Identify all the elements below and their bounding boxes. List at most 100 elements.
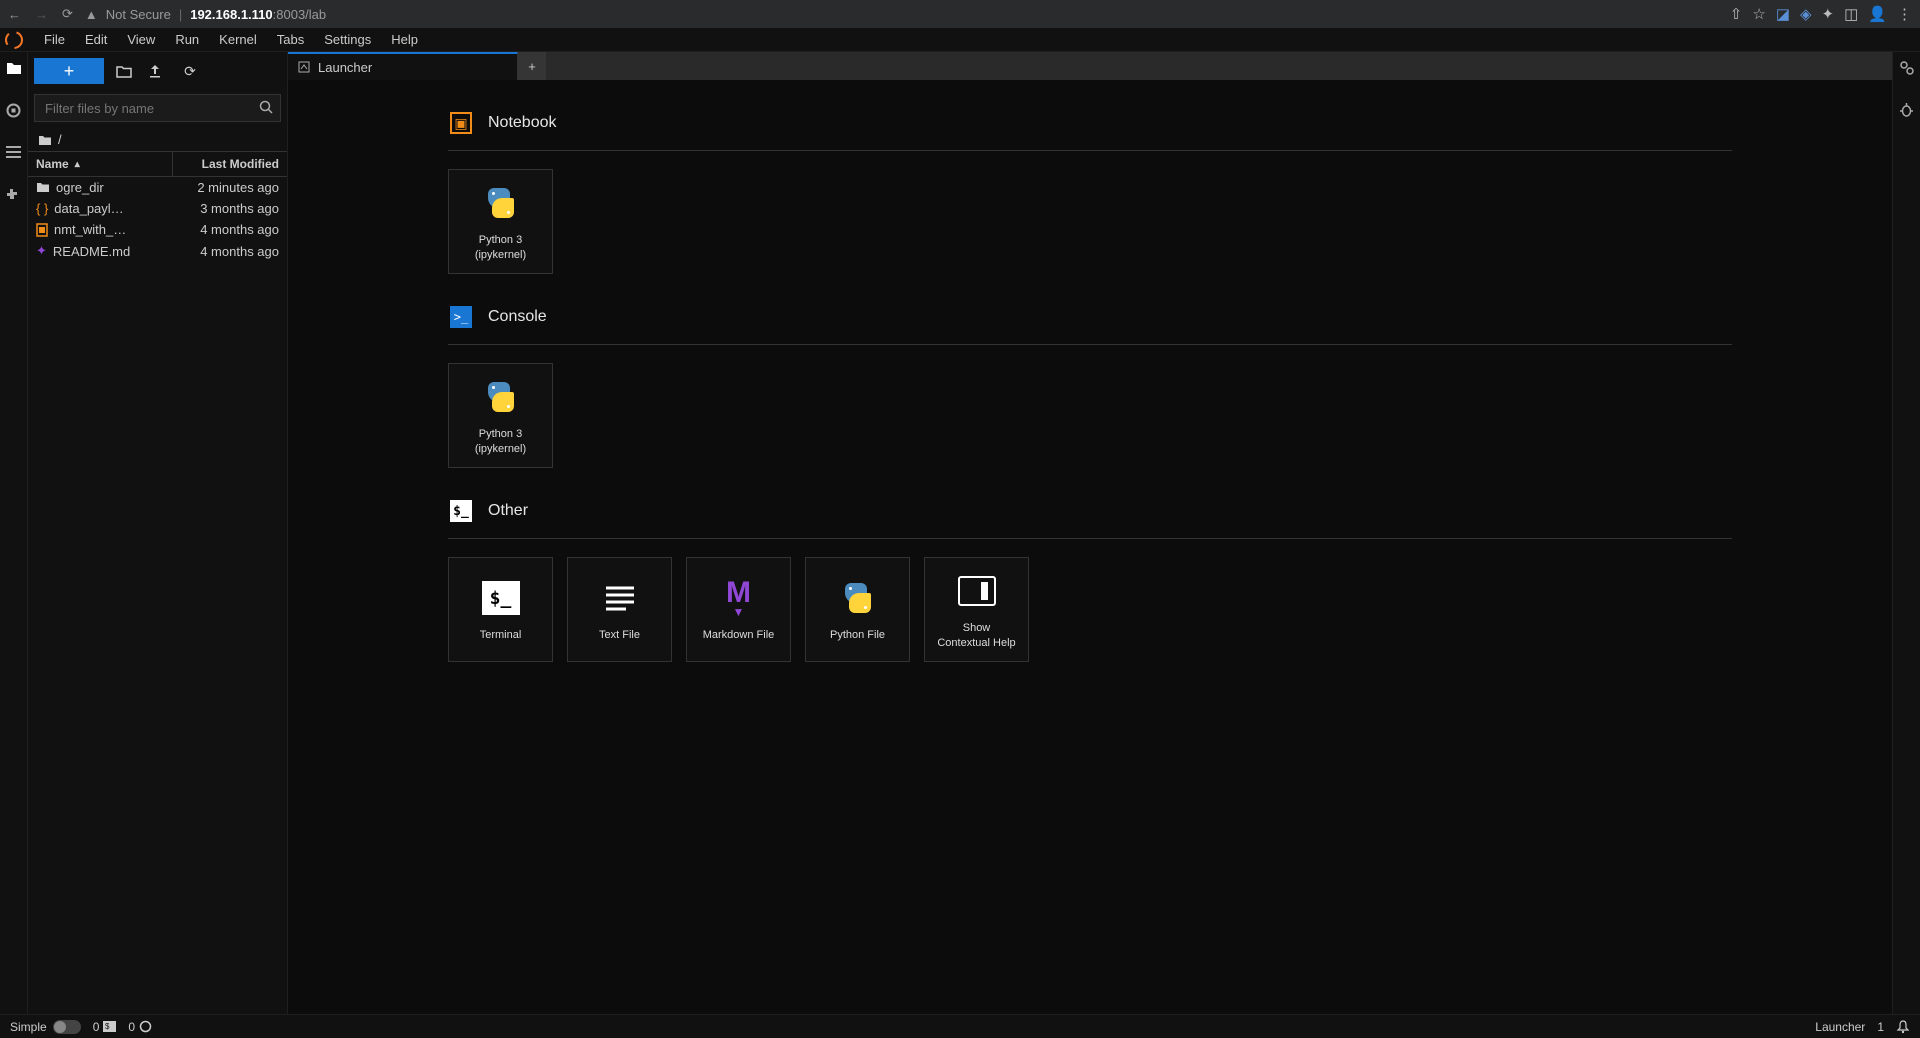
markdown-icon: M▼ (717, 576, 761, 620)
card-label: Terminal (476, 628, 526, 642)
toggle-pill-icon (53, 1020, 81, 1034)
extensions-tab-icon[interactable] (4, 184, 24, 204)
notebook-file-icon (36, 223, 48, 237)
search-icon (259, 100, 273, 114)
launcher-card-terminal[interactable]: $_ Terminal (448, 557, 553, 662)
profile-icon[interactable]: 👤 (1868, 5, 1887, 23)
tab-add-button[interactable]: + (518, 52, 546, 80)
jupyter-logo-icon[interactable] (4, 30, 24, 50)
menu-kernel[interactable]: Kernel (211, 29, 265, 50)
launcher-card-textfile[interactable]: Text File (567, 557, 672, 662)
help-icon (955, 569, 999, 613)
tab-bar: Launcher + (288, 52, 1892, 80)
file-filter-input[interactable] (34, 94, 281, 122)
menu-settings[interactable]: Settings (316, 29, 379, 50)
status-mode[interactable]: Launcher (1815, 1020, 1865, 1034)
property-inspector-icon[interactable] (1897, 58, 1917, 78)
extension-icon[interactable]: ◪ (1776, 5, 1790, 23)
launcher-section-other: $_ Other $_ Terminal Text File M▼ M (448, 498, 1732, 662)
file-row[interactable]: ogre_dir 2 minutes ago (28, 177, 287, 198)
card-label: Python 3 (ipykernel) (471, 427, 530, 456)
column-name[interactable]: Name ▴ (28, 152, 172, 176)
python-icon (479, 181, 523, 225)
menu-icon[interactable]: ⋮ (1897, 5, 1912, 23)
not-secure-label: Not Secure (106, 7, 171, 22)
folder-icon (36, 182, 50, 193)
breadcrumb[interactable]: / (28, 128, 287, 151)
launcher-tab-icon (298, 61, 310, 73)
upload-icon[interactable] (148, 64, 168, 78)
launcher-card-notebook-python3[interactable]: Python 3 (ipykernel) (448, 169, 553, 274)
file-row[interactable]: nmt_with_… 4 months ago (28, 219, 287, 240)
simple-label: Simple (10, 1020, 47, 1034)
launcher-card-console-python3[interactable]: Python 3 (ipykernel) (448, 363, 553, 468)
status-count[interactable]: 1 (1877, 1020, 1884, 1034)
launcher-card-markdown[interactable]: M▼ Markdown File (686, 557, 791, 662)
simple-mode-toggle[interactable]: Simple (10, 1020, 81, 1034)
toc-tab-icon[interactable] (4, 142, 24, 162)
bell-icon[interactable] (1896, 1020, 1910, 1034)
filebrowser-tab-icon[interactable] (4, 58, 24, 78)
address-bar[interactable]: ▲ Not Secure | 192.168.1.110:8003/lab (85, 7, 1718, 22)
main-area: + ⟳ / Name ▴ Last Modified (0, 52, 1920, 1014)
right-activity-bar (1892, 52, 1920, 1014)
divider (448, 538, 1732, 539)
launcher-body: ▣ Notebook Python 3 (ipykernel) >_ Conso… (288, 80, 1892, 1014)
menu-file[interactable]: File (36, 29, 73, 50)
notebook-section-icon: ▣ (448, 110, 474, 136)
back-icon[interactable]: ← (8, 7, 21, 22)
folder-icon (38, 134, 52, 146)
terminal-status-icon: $ (103, 1021, 116, 1032)
running-tab-icon[interactable] (4, 100, 24, 120)
refresh-icon[interactable]: ⟳ (180, 63, 200, 80)
forward-icon[interactable]: → (35, 7, 48, 22)
console-section-title: Console (488, 308, 547, 326)
share-icon[interactable]: ⇧ (1730, 5, 1743, 23)
browser-chrome: ← → ⟳ ▲ Not Secure | 192.168.1.110:8003/… (0, 0, 1920, 28)
tab-launcher-label: Launcher (318, 60, 372, 75)
file-modified: 4 months ago (164, 222, 279, 237)
card-label: Markdown File (699, 628, 779, 642)
divider (448, 150, 1732, 151)
url-path: :8003/lab (273, 7, 327, 22)
file-row[interactable]: { } data_payl… 3 months ago (28, 198, 287, 219)
new-folder-icon[interactable] (116, 65, 136, 78)
card-label: Show Contextual Help (933, 621, 1019, 650)
svg-text:$: $ (105, 1022, 110, 1031)
menu-edit[interactable]: Edit (77, 29, 115, 50)
file-name: ogre_dir (56, 180, 104, 195)
reload-icon[interactable]: ⟳ (62, 6, 73, 22)
panel-icon[interactable]: ◫ (1844, 5, 1858, 23)
bookmark-icon[interactable]: ☆ (1752, 5, 1765, 23)
file-filter (34, 94, 281, 122)
launcher-card-pythonfile[interactable]: Python File (805, 557, 910, 662)
new-launcher-button[interactable]: + (34, 58, 104, 84)
divider (448, 344, 1732, 345)
filebrowser-toolbar: + ⟳ (28, 52, 287, 88)
file-name: README.md (53, 244, 130, 259)
card-label: Python 3 (ipykernel) (471, 233, 530, 262)
file-name: data_payl… (54, 201, 123, 216)
extensions-icon[interactable]: ✦ (1822, 5, 1835, 23)
status-terminals[interactable]: 0 $ (93, 1020, 117, 1034)
tab-launcher[interactable]: Launcher (288, 52, 518, 80)
menu-help[interactable]: Help (383, 29, 426, 50)
file-modified: 3 months ago (164, 201, 279, 216)
menu-run[interactable]: Run (167, 29, 207, 50)
file-row[interactable]: ✦README.md 4 months ago (28, 240, 287, 262)
jupyter-menubar: File Edit View Run Kernel Tabs Settings … (0, 28, 1920, 52)
left-activity-bar (0, 52, 28, 1014)
column-modified[interactable]: Last Modified (172, 152, 287, 176)
status-kernels[interactable]: 0 (128, 1020, 152, 1034)
debugger-icon[interactable] (1897, 100, 1917, 120)
terminal-icon: $_ (479, 576, 523, 620)
launcher-card-contexthelp[interactable]: Show Contextual Help (924, 557, 1029, 662)
file-modified: 4 months ago (164, 244, 279, 259)
code-file-icon: { } (36, 201, 48, 216)
menu-tabs[interactable]: Tabs (269, 29, 312, 50)
extension2-icon[interactable]: ◈ (1800, 5, 1812, 23)
kernel-status-icon (139, 1020, 152, 1033)
breadcrumb-root: / (58, 132, 62, 147)
file-name: nmt_with_… (54, 222, 126, 237)
menu-view[interactable]: View (119, 29, 163, 50)
